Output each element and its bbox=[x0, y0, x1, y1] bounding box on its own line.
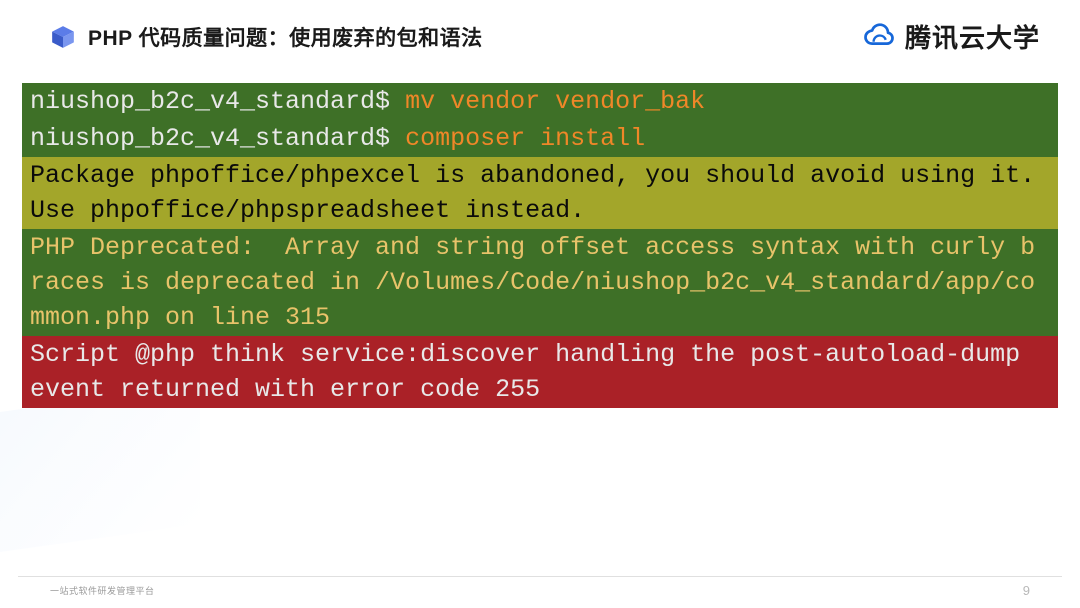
slide-footer: 一站式软件研发管理平台 9 bbox=[18, 576, 1062, 598]
cmd-2: composer install bbox=[405, 124, 645, 153]
terminal-line-5: Script @php think service:discover handl… bbox=[22, 336, 1058, 408]
background-decoration bbox=[0, 384, 200, 552]
prompt-2: niushop_b2c_v4_standard$ bbox=[30, 124, 405, 153]
cube-icon bbox=[50, 24, 76, 50]
title-block: PHP 代码质量问题：使用废弃的包和语法 bbox=[50, 22, 483, 52]
terminal-block: niushop_b2c_v4_standard$ mv vendor vendo… bbox=[22, 83, 1058, 408]
terminal-line-4: PHP Deprecated: Array and string offset … bbox=[22, 229, 1058, 336]
brand-text: 腾讯云大学 bbox=[905, 18, 1040, 55]
terminal-line-2: niushop_b2c_v4_standard$ composer instal… bbox=[22, 120, 1058, 157]
cmd-1: mv vendor vendor_bak bbox=[405, 87, 705, 116]
cloud-icon bbox=[861, 22, 897, 52]
page-number: 9 bbox=[1023, 583, 1030, 598]
slide-header: PHP 代码质量问题：使用废弃的包和语法 腾讯云大学 bbox=[0, 0, 1080, 65]
footer-label: 一站式软件研发管理平台 bbox=[50, 584, 155, 597]
prompt-1: niushop_b2c_v4_standard$ bbox=[30, 87, 405, 116]
terminal-line-1: niushop_b2c_v4_standard$ mv vendor vendo… bbox=[22, 83, 1058, 120]
brand-block: 腾讯云大学 bbox=[861, 18, 1040, 55]
terminal-line-3: Package phpoffice/phpexcel is abandoned,… bbox=[22, 157, 1058, 229]
page-title: PHP 代码质量问题：使用废弃的包和语法 bbox=[88, 22, 483, 52]
